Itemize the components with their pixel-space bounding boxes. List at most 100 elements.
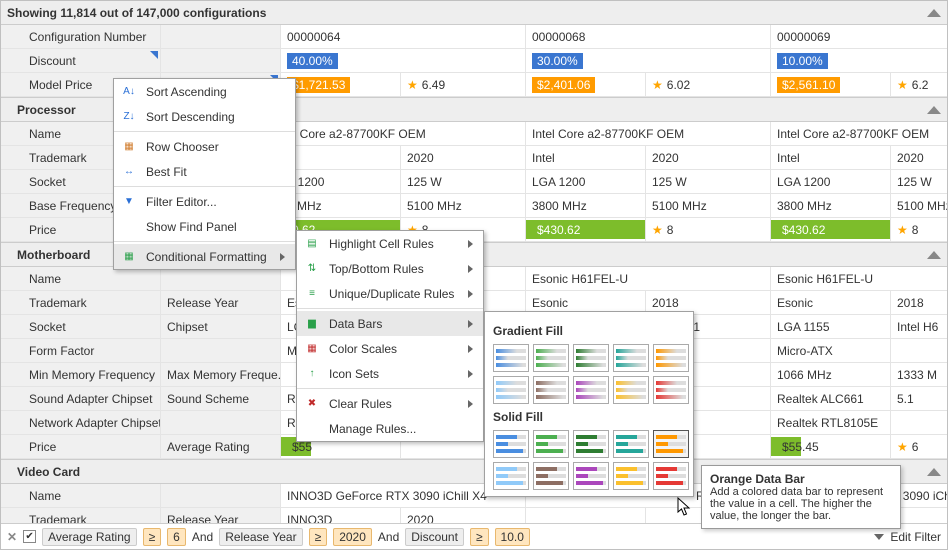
star-icon: ★ [897,440,908,454]
col-max-mem[interactable]: Max Memory Freque... [161,363,281,387]
star-icon: ★ [897,223,908,237]
chevron-down-icon[interactable] [874,534,884,540]
col-config-number[interactable]: Configuration Number [1,25,161,49]
conf-num-2: 00000068 [526,25,771,49]
filter-field-rating[interactable]: Average Rating [42,528,137,546]
solid-brown[interactable] [533,462,569,490]
model-price-3: $2,561.10 [771,73,891,97]
menu-sort-asc[interactable]: A↓Sort Ascending [114,79,295,104]
grad-brown[interactable] [533,376,569,404]
grad-orange[interactable] [653,344,689,372]
grad-darkgreen[interactable] [573,344,609,372]
filter-val-10[interactable]: 10.0 [495,528,530,546]
collapse-icon[interactable] [927,468,941,476]
filter-and-2: And [378,530,399,544]
collapse-icon[interactable] [927,251,941,259]
funnel-icon: ▼ [120,193,138,211]
filter-toggle-checkbox[interactable]: ✔ [23,530,36,543]
grid-group-header[interactable]: Showing 11,814 out of 147,000 configurat… [1,1,947,25]
col-price[interactable]: Price [1,435,161,459]
grad-blue[interactable] [493,344,529,372]
solid-blue[interactable] [493,430,529,458]
gallery-title-solid: Solid Fill [493,410,685,424]
cond-fmt-icon: ▦ [120,248,138,266]
submenu-manage-rules[interactable]: Manage Rules... [297,416,483,441]
remove-filter-button[interactable]: ✕ [7,530,17,544]
col-snd-chipset[interactable]: Sound Adapter Chipset [1,387,161,411]
col-avg-rating[interactable]: Average Rating [161,435,281,459]
menu-cond-fmt[interactable]: ▦Conditional Formatting [114,244,295,269]
solid-red[interactable] [653,462,689,490]
col-min-mem[interactable]: Min Memory Frequency [1,363,161,387]
chevron-right-icon [468,400,473,408]
star-icon: ★ [407,78,418,92]
grad-purple[interactable] [573,376,609,404]
submenu-color-scales[interactable]: ▦Color Scales [297,336,483,361]
solid-lightblue[interactable] [493,462,529,490]
grad-lightblue[interactable] [493,376,529,404]
chevron-right-icon [468,345,473,353]
col-trademark[interactable]: Trademark [1,291,161,315]
col-release-year[interactable]: Release Year [161,291,281,315]
menu-filter-editor[interactable]: ▼Filter Editor... [114,189,295,214]
solid-darkgreen[interactable] [573,430,609,458]
filter-op-ge[interactable]: ≥ [143,528,162,546]
filter-field-year[interactable]: Release Year [219,528,302,546]
chevron-right-icon [280,253,285,261]
menu-row-chooser[interactable]: ▦Row Chooser [114,134,295,159]
submenu-clear-rules[interactable]: ✖Clear Rules [297,391,483,416]
sort-asc-icon: A↓ [120,83,138,101]
rating-2: ★6.02 [646,73,771,97]
model-price-2: $2,401.06 [526,73,646,97]
star-icon: ★ [897,78,908,92]
filter-op-ge-2[interactable]: ≥ [309,528,328,546]
grad-green[interactable] [533,344,569,372]
submenu-unique[interactable]: ≡Unique/Duplicate Rules [297,281,483,306]
filter-val-2020[interactable]: 2020 [333,528,372,546]
col-form-factor[interactable]: Form Factor [1,339,161,363]
submenu-data-bars[interactable]: ▆Data Bars [297,311,483,336]
col-name[interactable]: Name [1,484,161,508]
solid-yellow[interactable] [613,462,649,490]
col-discount[interactable]: Discount [1,49,161,73]
submenu-top-bottom[interactable]: ⇅Top/Bottom Rules [297,256,483,281]
cond-fmt-submenu: ▤Highlight Cell Rules ⇅Top/Bottom Rules … [296,230,484,442]
grad-red[interactable] [653,376,689,404]
col-snd-scheme[interactable]: Sound Scheme [161,387,281,411]
solid-teal[interactable] [613,430,649,458]
grad-yellow[interactable] [613,376,649,404]
submenu-highlight[interactable]: ▤Highlight Cell Rules [297,231,483,256]
menu-best-fit[interactable]: ↔Best Fit [114,159,295,184]
data-bars-icon: ▆ [303,315,321,333]
col-chipset[interactable]: Chipset [161,315,281,339]
discount-3: 10.00% [771,49,948,73]
filter-indicator-icon [150,51,158,59]
cpu-name-2: Intel Core a2-87700KF OEM [526,122,771,146]
solid-orange[interactable] [653,430,689,458]
solid-purple[interactable] [573,462,609,490]
cpu-name-1: el Core a2-87700KF OEM [281,122,526,146]
data-bars-gallery: Gradient Fill Solid Fill [484,311,694,497]
col-net-chipset[interactable]: Network Adapter Chipset [1,411,161,435]
menu-show-find[interactable]: Show Find Panel [114,214,295,239]
menu-sort-desc[interactable]: Z↓Sort Descending [114,104,295,129]
best-fit-icon: ↔ [120,163,138,181]
tooltip-title: Orange Data Bar [710,472,805,486]
edit-filter-button[interactable]: Edit Filter [890,530,941,544]
collapse-icon[interactable] [927,106,941,114]
submenu-icon-sets[interactable]: ↑Icon Sets [297,361,483,386]
grad-teal[interactable] [613,344,649,372]
col-socket[interactable]: Socket [1,315,161,339]
chevron-right-icon [468,370,473,378]
col-name[interactable]: Name [1,267,161,291]
star-icon: ★ [652,78,663,92]
collapse-icon[interactable] [927,9,941,17]
filter-val-6[interactable]: 6 [167,528,186,546]
solid-green[interactable] [533,430,569,458]
filter-op-ge-3[interactable]: ≥ [470,528,489,546]
filter-field-discount[interactable]: Discount [405,528,464,546]
icon-sets-icon: ↑ [303,365,321,383]
chevron-right-icon [468,320,473,328]
color-scales-icon: ▦ [303,340,321,358]
filter-and-1: And [192,530,213,544]
